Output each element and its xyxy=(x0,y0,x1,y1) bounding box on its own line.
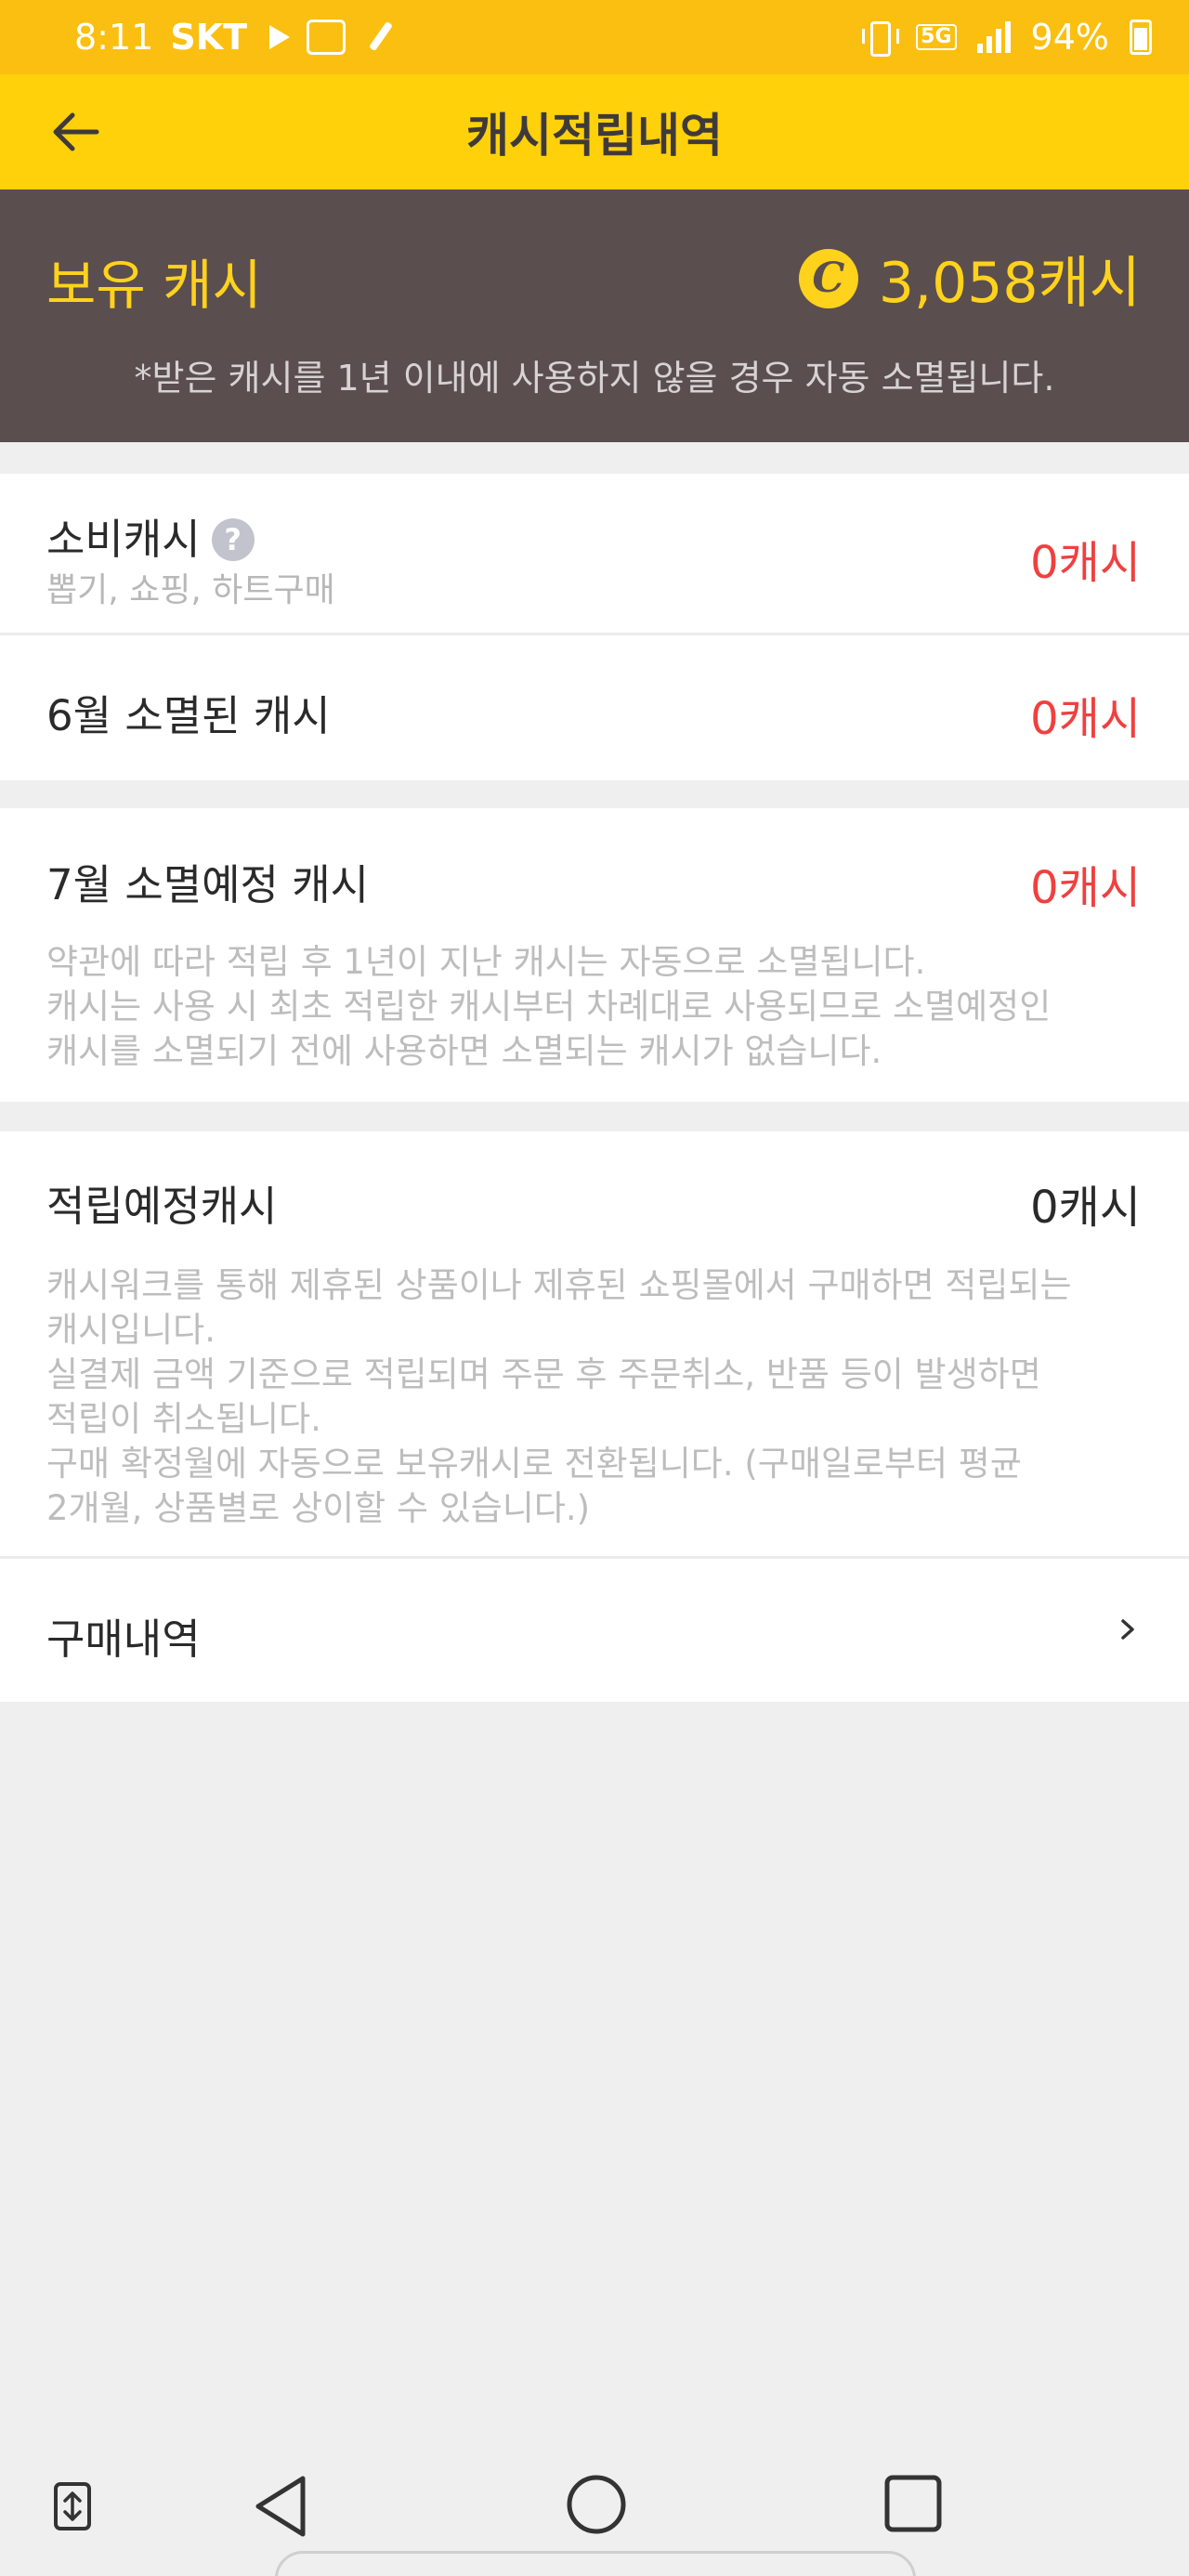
chevron-right-icon xyxy=(1121,1619,1134,1640)
status-bar: 8:11 SKT 5G 94% xyxy=(0,0,1189,74)
summary-card: 소비캐시? 뽑기, 쇼핑, 하트구매 0캐시 6월 소멸된 캐시 0캐시 xyxy=(0,474,1189,780)
spent-cash-label: 소비캐시 xyxy=(46,515,201,564)
signal-icon xyxy=(976,21,1011,53)
pending-desc-line: 구매 확정월에 자동으로 보유캐시로 전환됩니다. (구매일로부터 평균 xyxy=(46,1444,1022,1484)
balance-amount: C 3,058캐시 xyxy=(798,238,1141,319)
balance-label: 보유 캐시 xyxy=(46,254,262,317)
vibrate-icon xyxy=(860,20,900,57)
nav-recents-button[interactable] xyxy=(882,2473,944,2534)
spent-cash-value: 0캐시 xyxy=(1030,537,1141,589)
expiring-cash-value: 0캐시 xyxy=(1030,862,1141,914)
expiring-desc-line: 약관에 따라 적립 후 1년이 지난 캐시는 자동으로 소멸됩니다. xyxy=(46,942,926,982)
balance-value: 3,058캐시 xyxy=(878,251,1141,316)
expired-cash-value: 0캐시 xyxy=(1030,693,1141,745)
expiring-desc-line: 캐시는 사용 시 최초 적립한 캐시부터 차례대로 사용되므로 소멸예정인 xyxy=(46,987,1052,1026)
spent-cash-title: 소비캐시? xyxy=(46,505,255,566)
battery-percent: 94% xyxy=(1030,17,1109,58)
pending-cash-value: 0캐시 xyxy=(1030,1182,1141,1234)
spent-cash-row: 소비캐시? 뽑기, 쇼핑, 하트구매 0캐시 xyxy=(0,474,1189,635)
app-notification-icon xyxy=(307,20,346,55)
status-right: 5G 94% xyxy=(860,17,1152,58)
pending-description: 캐시워크를 통해 제휴된 상품이나 제휴된 쇼핑몰에서 구매하면 적립되는 캐시… xyxy=(46,1263,1133,1531)
balance-banner: 보유 캐시 C 3,058캐시 *받은 캐시를 1년 이내에 사용하지 않을 경… xyxy=(0,190,1189,442)
play-icon xyxy=(269,25,291,49)
network-type: 5G xyxy=(916,24,957,50)
nav-back-button[interactable] xyxy=(251,2473,310,2540)
back-arrow-icon xyxy=(53,112,99,151)
status-carrier: SKT xyxy=(170,17,248,58)
purchase-history-label: 구매내역 xyxy=(46,1615,201,1664)
app-root: 8:11 SKT 5G 94% 캐시적립내역 보유 캐시 C 3,058캐시 *… xyxy=(0,0,1189,2576)
app-bar: 캐시적립내역 xyxy=(0,74,1189,190)
pen-notification-icon xyxy=(362,19,399,56)
status-left: 8:11 SKT xyxy=(74,17,399,58)
pending-desc-line: 실결제 금액 기준으로 적립되며 주문 후 주문취소, 반품 등이 발생하면 xyxy=(46,1354,1041,1394)
expiring-description: 약관에 따라 적립 후 1년이 지난 캐시는 자동으로 소멸됩니다. 캐시는 사… xyxy=(46,940,1133,1074)
circle-home-icon xyxy=(567,2475,626,2534)
cash-coin-icon: C xyxy=(798,248,858,308)
nav-home-button[interactable] xyxy=(565,2473,628,2536)
pending-cash-row: 적립예정캐시 0캐시 캐시워크를 통해 제휴된 상품이나 제휴된 쇼핑몰에서 구… xyxy=(0,1131,1189,1559)
pending-desc-line: 적립이 취소됩니다. xyxy=(46,1399,321,1439)
expiring-card: 7월 소멸예정 캐시 0캐시 약관에 따라 적립 후 1년이 지난 캐시는 자동… xyxy=(0,808,1189,1102)
screen-rotate-button[interactable] xyxy=(50,2480,95,2532)
pending-desc-line: 캐시입니다. xyxy=(46,1310,216,1350)
pending-desc-line: 캐시워크를 통해 제휴된 상품이나 제휴된 쇼핑몰에서 구매하면 적립되는 xyxy=(46,1265,1072,1305)
page-title: 캐시적립내역 xyxy=(466,109,723,163)
pending-card: 적립예정캐시 0캐시 캐시워크를 통해 제휴된 상품이나 제휴된 쇼핑몰에서 구… xyxy=(0,1131,1189,1702)
help-icon[interactable]: ? xyxy=(211,518,255,561)
status-time: 8:11 xyxy=(74,17,154,58)
square-recents-icon xyxy=(884,2475,942,2532)
triangle-back-icon xyxy=(255,2476,306,2537)
expiring-desc-line: 캐시를 소멸되기 전에 사용하면 소멸되는 캐시가 없습니다. xyxy=(46,1031,882,1071)
expired-cash-row: 6월 소멸된 캐시 0캐시 xyxy=(0,635,1189,780)
back-button[interactable] xyxy=(46,102,106,162)
purchase-history-row[interactable]: 구매내역 xyxy=(0,1559,1189,1702)
battery-icon xyxy=(1130,20,1152,55)
rotate-icon xyxy=(54,2482,91,2530)
expired-cash-title: 6월 소멸된 캐시 xyxy=(46,691,331,740)
gesture-handle[interactable] xyxy=(275,2551,916,2576)
expiring-cash-title: 7월 소멸예정 캐시 xyxy=(46,860,370,909)
pending-desc-line: 2개월, 상품별로 상이할 수 있습니다.) xyxy=(46,1488,591,1528)
spent-cash-subtitle: 뽑기, 쇼핑, 하트구매 xyxy=(46,571,335,609)
pending-cash-title: 적립예정캐시 xyxy=(46,1182,278,1231)
balance-note: *받은 캐시를 1년 이내에 사용하지 않을 경우 자동 소멸됩니다. xyxy=(134,358,1055,399)
